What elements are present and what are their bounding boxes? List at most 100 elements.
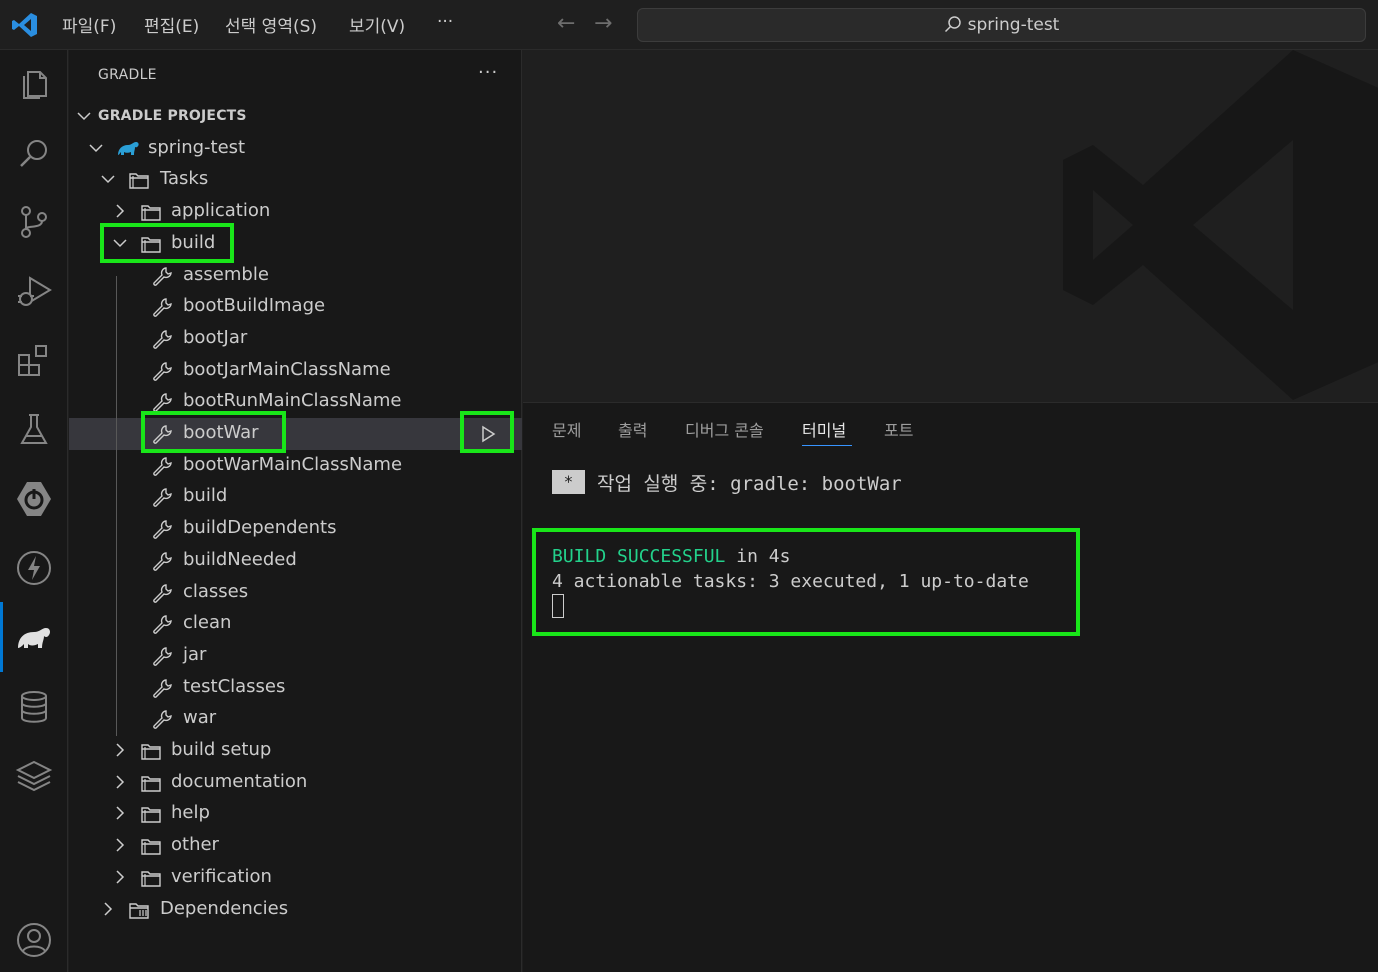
project-label: spring-test [148,136,246,158]
chevron-down-icon[interactable] [100,171,116,187]
tree-group-verification[interactable]: verification [69,862,522,894]
menu-file[interactable]: 파일(F) [62,12,116,37]
tree-group-documentation[interactable]: documentation [69,767,522,799]
folder-icon [140,773,162,793]
wrench-icon [151,583,173,603]
chevron-right-icon[interactable] [112,774,128,790]
chevron-right-icon[interactable] [112,805,128,821]
layers-icon[interactable] [14,756,54,796]
account-icon[interactable] [14,920,54,960]
tasks-label: Tasks [160,168,209,190]
tree-task-buildneeded[interactable]: buildNeeded [69,545,522,577]
tree-task-bootbuildimage[interactable]: bootBuildImage [69,291,522,323]
tab-debug-console[interactable]: 디버그 콘솔 [685,417,764,441]
wrench-icon [151,678,173,698]
tree-item-tasks[interactable]: Tasks [69,164,522,196]
command-center-search[interactable]: spring-test [637,8,1366,42]
tree-item-dependencies[interactable]: Dependencies [69,894,522,926]
tree-task-bootwar[interactable]: bootWar [69,418,522,450]
group-label: help [171,802,210,824]
testing-icon[interactable] [14,410,54,450]
section-gradle-projects[interactable]: GRADLE PROJECTS [69,101,522,133]
editor-area [523,50,1378,402]
group-label: verification [171,865,272,887]
tree-item-project[interactable]: spring-test [69,133,522,165]
search-text: spring-test [967,15,1060,35]
tab-problems[interactable]: 문제 [552,417,581,441]
tree-task-build[interactable]: build [69,481,522,513]
chevron-down-icon[interactable] [76,108,92,124]
chevron-down-icon[interactable] [88,140,104,156]
arrow-left-icon[interactable]: ← [557,12,575,36]
extensions-icon[interactable] [14,341,54,381]
chevron-right-icon[interactable] [112,203,128,219]
group-label: other [171,834,219,856]
chevron-right-icon[interactable] [100,901,116,917]
tree-group-build-setup[interactable]: build setup [69,735,522,767]
active-indicator [0,602,3,672]
highlight-bootwar-task [141,411,286,453]
dependencies-label: Dependencies [160,897,289,919]
tree-task-classes[interactable]: classes [69,577,522,609]
gradle-elephant-icon[interactable] [14,618,54,658]
tree-task-war[interactable]: war [69,703,522,735]
run-debug-icon[interactable] [14,272,54,312]
database-icon[interactable] [14,687,54,727]
spring-boot-icon[interactable] [14,479,54,519]
sidebar-title: GRADLE [98,67,157,83]
tree-task-bootjarmainclassname[interactable]: bootJarMainClassName [69,355,522,387]
folder-icon [140,741,162,761]
wrench-icon [151,646,173,666]
active-tab-underline [802,445,852,446]
group-label: application [171,200,271,222]
tree-task-builddependents[interactable]: buildDependents [69,513,522,545]
task-label: buildDependents [183,517,337,539]
wrench-icon [151,487,173,508]
tree-task-bootjar[interactable]: bootJar [69,323,522,355]
menu-edit[interactable]: 편집(E) [144,12,199,37]
chevron-right-icon[interactable] [112,742,128,758]
gradle-sidebar: GRADLE ··· GRADLE PROJECTS spring-test Tas… [69,50,522,972]
task-label: bootWarMainClassName [183,453,403,475]
task-label: bootJarMainClassName [183,358,391,380]
vscode-watermark-icon [1063,50,1378,400]
tree-task-jar[interactable]: jar [69,640,522,672]
more-actions-button[interactable]: ··· [478,62,498,83]
task-label: assemble [183,263,269,285]
tab-ports[interactable]: 포트 [884,417,913,441]
folder-icon [140,202,162,222]
menu-selection[interactable]: 선택 영역(S) [225,12,317,37]
tree-task-testclasses[interactable]: testClasses [69,672,522,704]
title-bar: 파일(F) 편집(E) 선택 영역(S) 보기(V) ··· ← → sprin… [0,0,1378,50]
tab-output[interactable]: 출력 [618,417,647,441]
menu-more[interactable]: ··· [437,12,453,32]
task-label: buildNeeded [183,548,297,570]
task-label: build [183,485,228,507]
group-label: build setup [171,739,272,760]
chevron-right-icon[interactable] [112,869,128,885]
tab-terminal[interactable]: 터미널 [802,417,846,441]
lightning-icon[interactable] [14,548,54,588]
tree-task-clean[interactable]: clean [69,608,522,640]
bottom-panel: 문제 출력 디버그 콘솔 터미널 포트 * 작업 실행 중: gradle: b… [523,402,1378,972]
gradle-elephant-icon [117,139,139,159]
arrow-right-icon[interactable]: → [594,12,612,36]
task-label: bootBuildImage [183,295,326,317]
tree-task-assemble[interactable]: assemble [69,260,522,292]
explorer-icon[interactable] [14,64,54,104]
menu-view[interactable]: 보기(V) [349,12,405,37]
section-title: GRADLE PROJECTS [98,108,247,124]
tree-group-other[interactable]: other [69,830,522,862]
tree-task-bootrunmainclassname[interactable]: bootRunMainClassName [69,386,522,418]
tree-task-bootwarmainclassname[interactable]: bootWarMainClassName [69,450,522,482]
task-marker: * [552,470,585,494]
folder-icon [140,868,162,888]
wrench-icon [151,456,173,476]
chevron-right-icon[interactable] [112,837,128,853]
task-label: clean [183,612,232,634]
tree-group-help[interactable]: help [69,798,522,830]
vscode-logo-icon[interactable] [11,11,39,39]
source-control-icon[interactable] [14,202,54,242]
task-label: war [183,707,217,729]
search-icon[interactable] [14,134,54,174]
